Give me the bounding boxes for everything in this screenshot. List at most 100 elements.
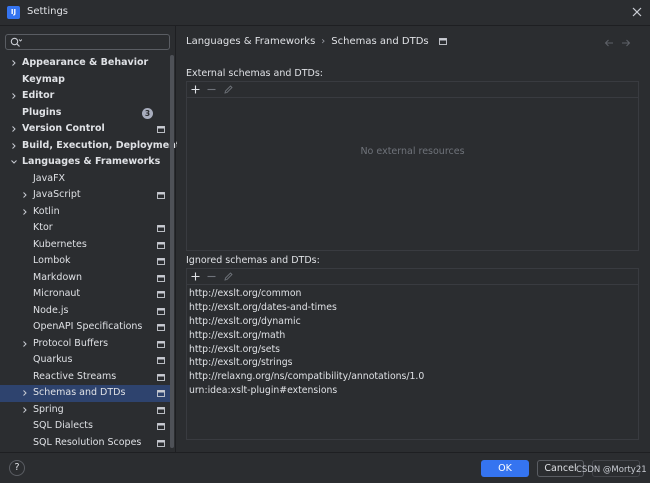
chevron-down-icon[interactable] bbox=[10, 158, 18, 166]
sidebar-item-label: Micronaut bbox=[33, 288, 81, 299]
sidebar-item-label: SQL Dialects bbox=[33, 420, 93, 431]
project-settings-icon bbox=[157, 373, 165, 381]
sidebar-item-label: Kotlin bbox=[33, 205, 60, 217]
sidebar-item[interactable]: Schemas and DTDs bbox=[0, 385, 170, 402]
sidebar-item[interactable]: SQL Dialects bbox=[0, 418, 170, 435]
sidebar-item[interactable]: Build, Execution, Deployment bbox=[0, 138, 180, 155]
ignored-schemas-label: Ignored schemas and DTDs: bbox=[186, 255, 320, 266]
sidebar-item-label: OpenAPI Specifications bbox=[33, 321, 143, 332]
project-settings-icon bbox=[157, 390, 165, 397]
chevron-right-icon[interactable] bbox=[21, 208, 29, 216]
forward-arrow-icon[interactable] bbox=[621, 38, 631, 48]
chevron-right-icon[interactable] bbox=[21, 389, 29, 397]
sidebar-item[interactable]: JavaScript bbox=[0, 187, 170, 204]
sidebar-item[interactable]: Kotlin bbox=[0, 204, 170, 221]
sidebar-item[interactable]: Micronaut bbox=[0, 286, 170, 303]
add-icon[interactable] bbox=[190, 271, 201, 282]
ok-button[interactable]: OK bbox=[481, 460, 529, 477]
breadcrumb: Languages & Frameworks › Schemas and DTDs bbox=[186, 36, 447, 47]
ignored-schemas-toolbar bbox=[187, 269, 638, 285]
sidebar-item[interactable]: Editor bbox=[0, 88, 170, 105]
sidebar-item[interactable]: Protocol Buffers bbox=[0, 336, 170, 353]
sidebar-item[interactable]: Version Control bbox=[0, 121, 170, 138]
chevron-right-icon[interactable] bbox=[10, 59, 18, 67]
sidebar-item[interactable]: Markdown bbox=[0, 270, 170, 287]
search-input[interactable] bbox=[26, 36, 166, 48]
search-icon bbox=[10, 37, 22, 47]
project-settings-icon bbox=[157, 241, 165, 249]
sidebar-item[interactable]: Appearance & Behavior bbox=[0, 55, 170, 72]
settings-content: Languages & Frameworks › Schemas and DTDs … bbox=[177, 26, 650, 452]
project-settings-icon bbox=[157, 340, 165, 348]
sidebar-item-label: Node.js bbox=[33, 304, 69, 316]
help-button[interactable]: ? bbox=[9, 460, 25, 476]
intellij-logo-icon: IJ bbox=[7, 6, 20, 19]
sidebar-item-label: JavaFX bbox=[33, 172, 66, 184]
sidebar-scrollbar[interactable] bbox=[170, 55, 174, 448]
sidebar-item[interactable]: Spring bbox=[0, 402, 170, 419]
window-title: Settings bbox=[27, 6, 69, 17]
update-count-badge: 3 bbox=[142, 107, 153, 119]
project-settings-icon bbox=[157, 307, 165, 315]
list-item[interactable]: urn:idea:xslt-plugin#extensions bbox=[189, 384, 629, 398]
edit-icon[interactable] bbox=[223, 271, 234, 282]
project-settings-icon bbox=[157, 406, 165, 414]
dialog-footer: ? OK Cancel CSDN @Morty21 bbox=[0, 452, 650, 483]
project-settings-icon bbox=[157, 126, 165, 133]
external-schemas-toolbar bbox=[187, 82, 638, 98]
sidebar-item-label: Kubernetes bbox=[33, 238, 87, 250]
project-settings-icon bbox=[157, 258, 165, 265]
sidebar-item-label: Reactive Streams bbox=[33, 370, 117, 382]
sidebar-item-label: Spring bbox=[33, 403, 64, 415]
remove-icon[interactable] bbox=[206, 271, 217, 282]
edit-icon[interactable] bbox=[223, 84, 234, 95]
add-icon[interactable] bbox=[190, 84, 201, 95]
sidebar-item-label: JavaScript bbox=[33, 189, 81, 200]
sidebar-item[interactable]: Languages & Frameworks bbox=[0, 154, 170, 171]
sidebar-item-label: Schemas and DTDs bbox=[33, 387, 126, 398]
watermark: CSDN @Morty21 bbox=[576, 465, 647, 475]
sidebar-item[interactable]: OpenAPI Specifications bbox=[0, 319, 170, 336]
sidebar-item-label: Protocol Buffers bbox=[33, 337, 109, 349]
chevron-right-icon[interactable] bbox=[10, 125, 18, 133]
list-item[interactable]: http://exslt.org/common bbox=[189, 287, 629, 301]
sidebar-item[interactable]: Node.js bbox=[0, 303, 170, 320]
chevron-right-icon[interactable] bbox=[10, 92, 18, 100]
back-arrow-icon[interactable] bbox=[604, 38, 614, 48]
sidebar-item[interactable]: Lombok bbox=[0, 253, 170, 270]
sidebar-item[interactable]: SQL Resolution Scopes bbox=[0, 435, 170, 452]
list-item[interactable]: http://exslt.org/dynamic bbox=[189, 315, 629, 329]
sidebar-item[interactable]: Ktor bbox=[0, 220, 170, 237]
search-field[interactable] bbox=[5, 34, 170, 50]
list-item[interactable]: http://exslt.org/math bbox=[189, 329, 629, 343]
project-settings-icon bbox=[157, 274, 165, 282]
sidebar-item[interactable]: Plugins 3 bbox=[0, 105, 170, 122]
sidebar-item-label: SQL Resolution Scopes bbox=[33, 436, 142, 448]
sidebar-item[interactable]: Keymap bbox=[0, 72, 170, 89]
title-bar: IJ Settings bbox=[0, 0, 650, 26]
sidebar-item[interactable]: Quarkus bbox=[0, 352, 170, 369]
list-item[interactable]: http://exslt.org/sets bbox=[189, 343, 629, 357]
ignored-schemas-panel: http://exslt.org/common http://exslt.org/… bbox=[186, 268, 639, 440]
sidebar-item-label: Lombok bbox=[33, 255, 71, 266]
chevron-right-icon[interactable] bbox=[21, 406, 29, 414]
close-icon[interactable] bbox=[630, 5, 644, 19]
empty-state-text: No external resources bbox=[360, 146, 465, 157]
list-item[interactable]: http://exslt.org/strings bbox=[189, 356, 629, 370]
chevron-right-icon[interactable] bbox=[10, 142, 18, 150]
settings-tree: Appearance & Behavior Keymap Editor Plugins… bbox=[0, 55, 180, 452]
sidebar-item-label: Editor bbox=[22, 90, 55, 101]
sidebar-item[interactable]: JavaFX bbox=[0, 171, 170, 188]
sidebar-item-label: Plugins bbox=[22, 106, 62, 118]
sidebar-item[interactable]: Kubernetes bbox=[0, 237, 170, 254]
remove-icon[interactable] bbox=[206, 84, 217, 95]
sidebar-item-label: Version Control bbox=[22, 123, 105, 134]
project-settings-icon bbox=[157, 225, 165, 232]
breadcrumb-parent[interactable]: Languages & Frameworks bbox=[186, 36, 315, 47]
chevron-right-icon[interactable] bbox=[21, 340, 29, 348]
list-item[interactable]: http://exslt.org/dates-and-times bbox=[189, 301, 629, 315]
project-settings-icon bbox=[157, 192, 165, 199]
sidebar-item[interactable]: Reactive Streams bbox=[0, 369, 170, 386]
list-item[interactable]: http://relaxng.org/ns/compatibility/anno… bbox=[189, 370, 629, 384]
chevron-right-icon[interactable] bbox=[21, 191, 29, 199]
